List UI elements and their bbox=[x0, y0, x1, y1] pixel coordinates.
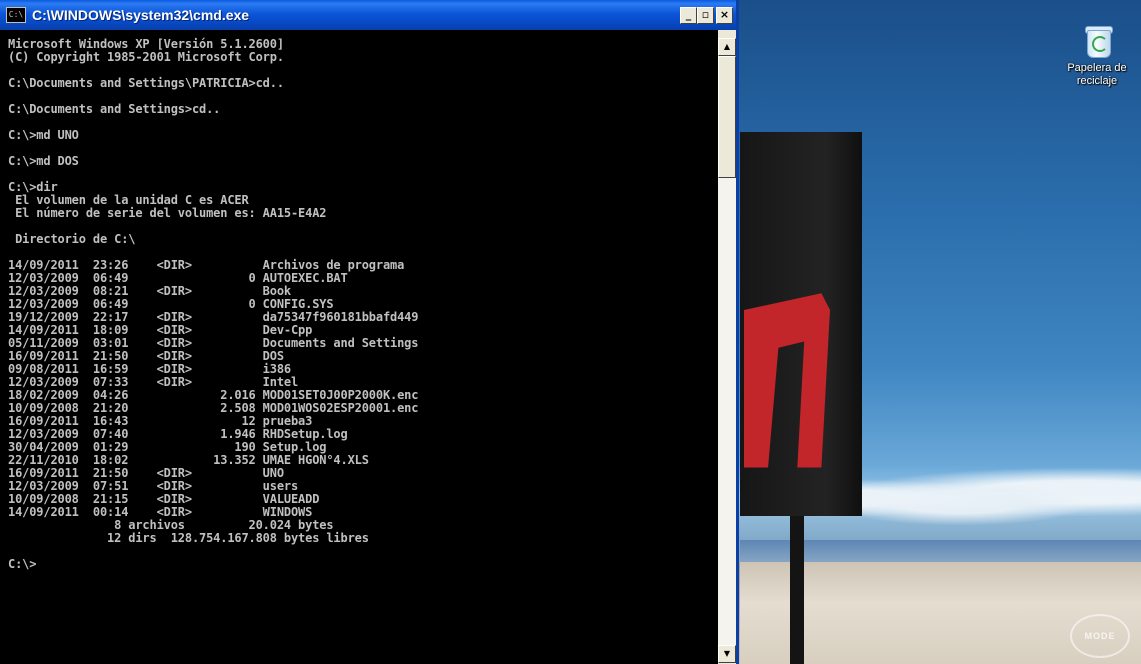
console-line: 14/09/2011 00:14 <DIR> WINDOWS bbox=[8, 505, 313, 519]
console-line: 16/09/2011 21:50 <DIR> DOS bbox=[8, 349, 284, 363]
window-titlebar[interactable]: C:\ C:\WINDOWS\system32\cmd.exe _ ▫ × bbox=[0, 0, 736, 30]
console-line: C:\>md DOS bbox=[8, 154, 79, 168]
wallpaper-sign-pole bbox=[790, 516, 804, 664]
console-line: C:\>dir bbox=[8, 180, 58, 194]
console-line: Directorio de C:\ bbox=[8, 232, 136, 246]
console-line: 12/03/2009 07:40 1.946 RHDSetup.log bbox=[8, 427, 348, 441]
window-title: C:\WINDOWS\system32\cmd.exe bbox=[32, 7, 250, 23]
console-line: 12/03/2009 07:33 <DIR> Intel bbox=[8, 375, 299, 389]
scroll-down-arrow-icon[interactable]: ▼ bbox=[718, 645, 736, 663]
recycle-bin-icon bbox=[1081, 24, 1113, 58]
console-line: 12/03/2009 06:49 0 CONFIG.SYS bbox=[8, 297, 334, 311]
minimize-button[interactable]: _ bbox=[680, 7, 697, 24]
console-line: 16/09/2011 16:43 12 prueba3 bbox=[8, 414, 313, 428]
console-line: 19/12/2009 22:17 <DIR> da75347f960181bba… bbox=[8, 310, 419, 324]
console-line: C:\>md UNO bbox=[8, 128, 79, 142]
console-line: (C) Copyright 1985-2001 Microsoft Corp. bbox=[8, 50, 284, 64]
console-line: 22/11/2010 18:02 13.352 UMAE HGON°4.XLS bbox=[8, 453, 369, 467]
console-line: 12/03/2009 06:49 0 AUTOEXEC.BAT bbox=[8, 271, 348, 285]
console-line: C:\> bbox=[8, 557, 37, 571]
scrollbar-thumb[interactable] bbox=[718, 56, 736, 178]
cmd-app-icon[interactable]: C:\ bbox=[6, 7, 26, 23]
console-line: 8 archivos 20.024 bytes bbox=[8, 518, 334, 532]
cmd-window[interactable]: C:\ C:\WINDOWS\system32\cmd.exe _ ▫ × Mi… bbox=[0, 0, 739, 664]
console-line: 30/04/2009 01:29 190 Setup.log bbox=[8, 440, 327, 454]
console-line: 18/02/2009 04:26 2.016 MOD01SET0J00P2000… bbox=[8, 388, 419, 402]
console-line: 12 dirs 128.754.167.808 bytes libres bbox=[8, 531, 369, 545]
scroll-up-arrow-icon[interactable]: ▲ bbox=[718, 38, 736, 56]
console-line: El número de serie del volumen es: AA15-… bbox=[8, 206, 327, 220]
console-line: 09/08/2011 16:59 <DIR> i386 bbox=[8, 362, 291, 376]
console-text: Microsoft Windows XP [Versión 5.1.2600] … bbox=[0, 30, 718, 571]
console-line: C:\Documents and Settings\PATRICIA>cd.. bbox=[8, 76, 284, 90]
console-line: 12/03/2009 07:51 <DIR> users bbox=[8, 479, 299, 493]
close-button[interactable]: × bbox=[716, 7, 733, 24]
console-line: Microsoft Windows XP [Versión 5.1.2600] bbox=[8, 37, 284, 51]
console-line: 12/03/2009 08:21 <DIR> Book bbox=[8, 284, 291, 298]
console-line: 10/09/2008 21:20 2.508 MOD01WOS02ESP2000… bbox=[8, 401, 419, 415]
console-line: 10/09/2008 21:15 <DIR> VALUEADD bbox=[8, 492, 320, 506]
watermark-badge: MODE bbox=[1070, 614, 1130, 658]
console-line: 05/11/2009 03:01 <DIR> Documents and Set… bbox=[8, 336, 419, 350]
vertical-scrollbar[interactable]: ▲ ▼ bbox=[718, 30, 736, 664]
console-output-area[interactable]: Microsoft Windows XP [Versión 5.1.2600] … bbox=[0, 30, 718, 664]
console-line: 16/09/2011 21:50 <DIR> UNO bbox=[8, 466, 284, 480]
console-line: 14/09/2011 18:09 <DIR> Dev-Cpp bbox=[8, 323, 313, 337]
console-line: C:\Documents and Settings>cd.. bbox=[8, 102, 221, 116]
console-line: 14/09/2011 23:26 <DIR> Archivos de progr… bbox=[8, 258, 405, 272]
console-line: El volumen de la unidad C es ACER bbox=[8, 193, 249, 207]
desktop-icon-recycle-bin[interactable]: Papelera de reciclaje bbox=[1054, 24, 1140, 88]
maximize-button[interactable]: ▫ bbox=[697, 7, 714, 24]
recycle-bin-label: Papelera de reciclaje bbox=[1067, 62, 1127, 87]
